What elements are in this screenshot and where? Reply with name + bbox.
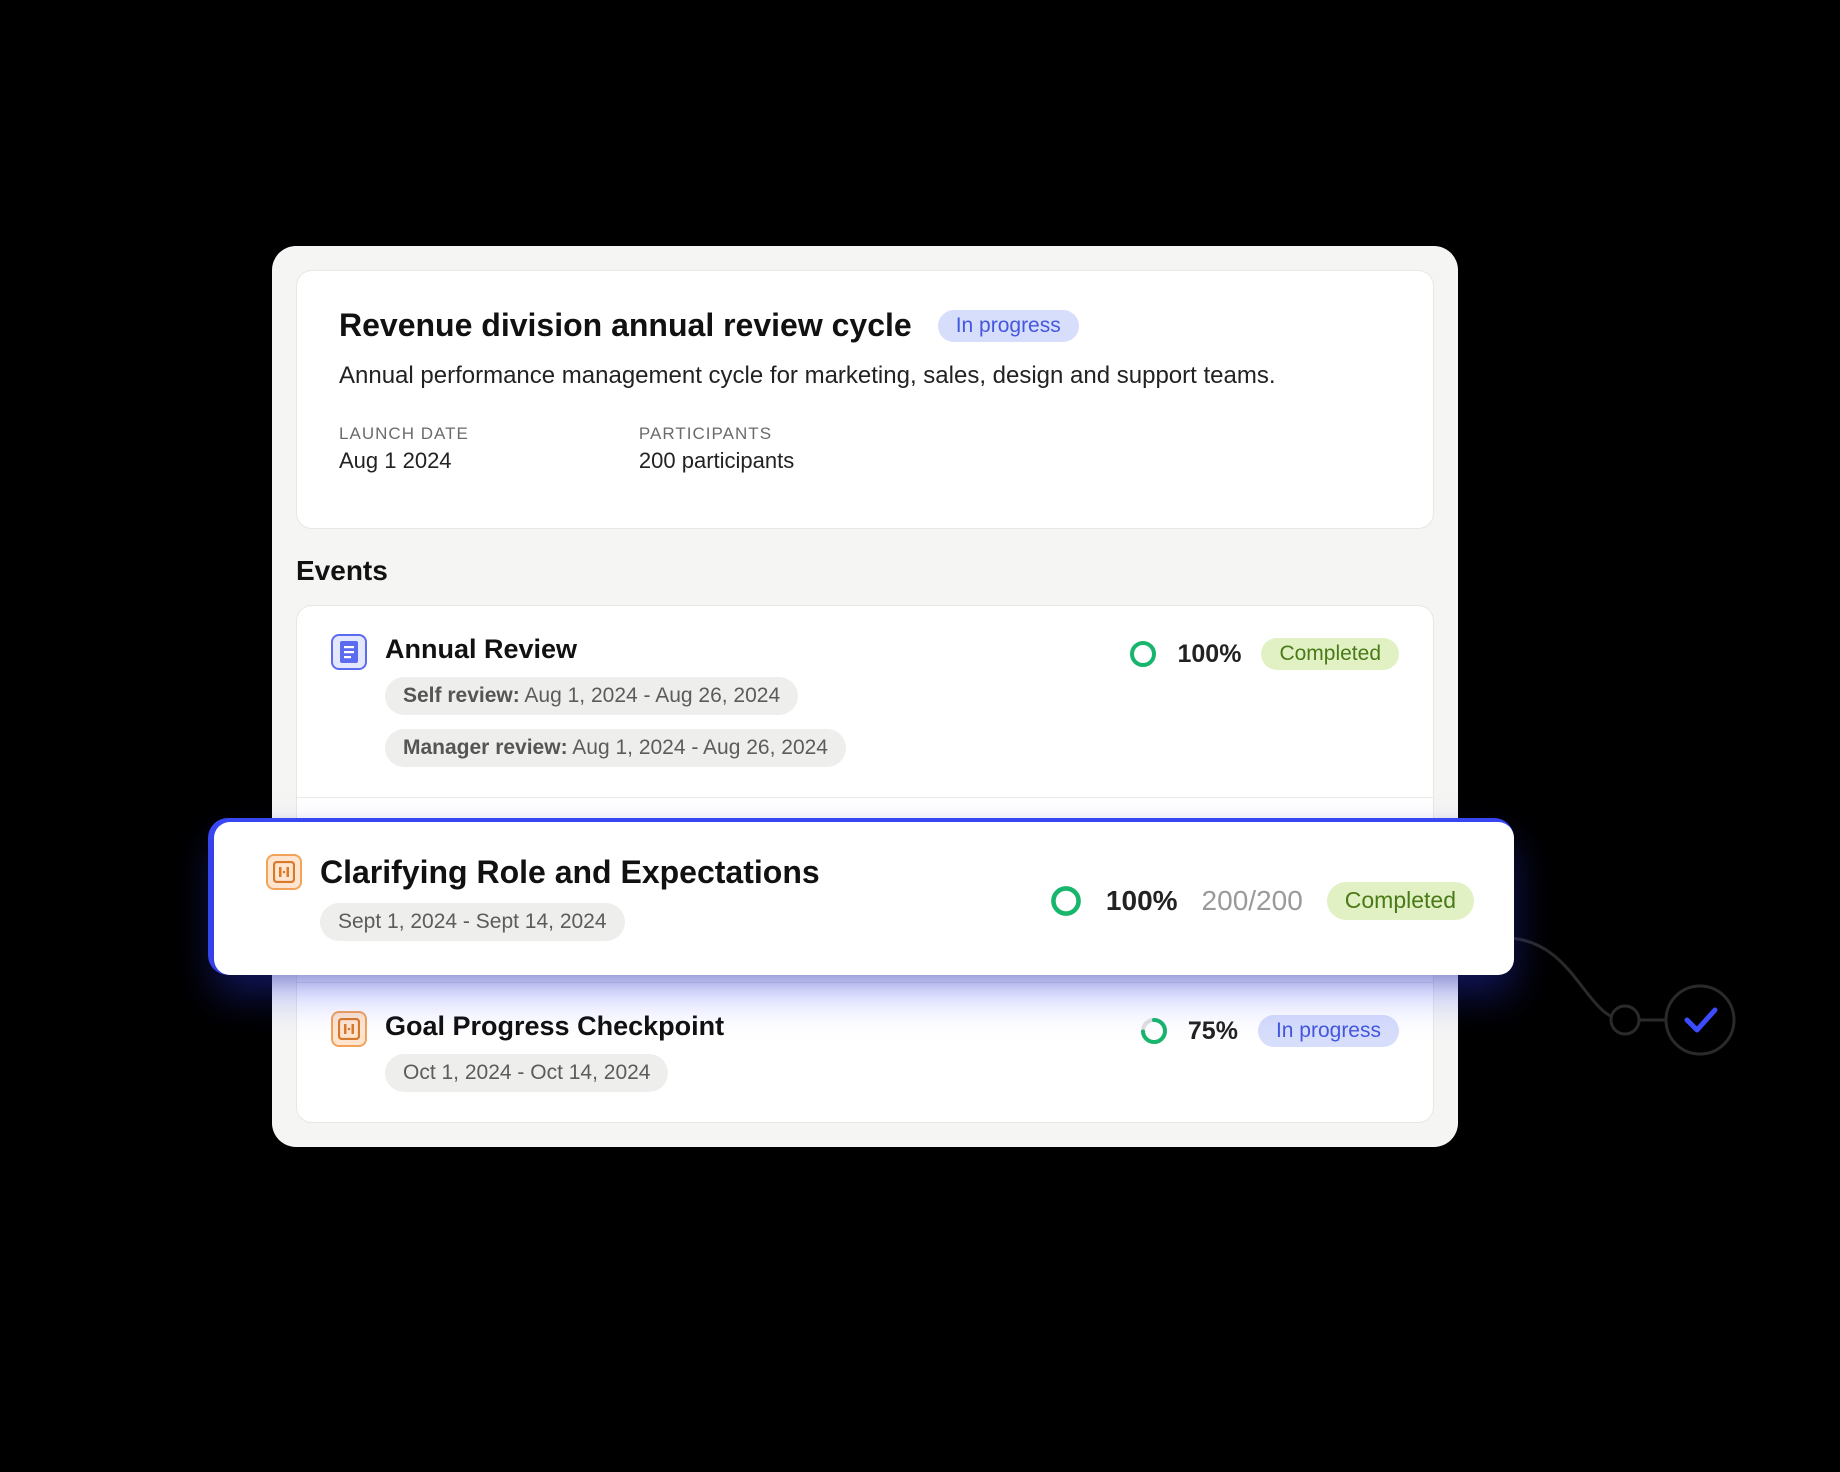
document-icon <box>331 634 367 670</box>
event-dates-chip: Sept 1, 2024 - Sept 14, 2024 <box>320 903 625 941</box>
launch-date-label: LAUNCH DATE <box>339 424 469 444</box>
event-status-badge: Completed <box>1327 882 1474 920</box>
event-status-badge: Completed <box>1261 638 1399 670</box>
event-row-annual-review[interactable]: Annual Review Self review: Aug 1, 2024 -… <box>297 606 1433 797</box>
participants-block: PARTICIPANTS 200 participants <box>639 424 794 474</box>
event-status-badge: In progress <box>1258 1015 1399 1047</box>
manager-review-chip: Manager review: Aug 1, 2024 - Aug 26, 20… <box>385 729 846 767</box>
cycle-title: Revenue division annual review cycle <box>339 307 912 344</box>
review-cycle-panel: Revenue division annual review cycle In … <box>272 246 1458 1147</box>
event-percent: 100% <box>1177 640 1241 669</box>
launch-date-block: LAUNCH DATE Aug 1 2024 <box>339 424 469 474</box>
cycle-description: Annual performance management cycle for … <box>339 362 1391 390</box>
participants-value: 200 participants <box>639 448 794 474</box>
event-title: Clarifying Role and Expectations <box>320 854 1050 891</box>
progress-ring-icon <box>1140 1017 1168 1045</box>
event-row-goal-progress[interactable]: Goal Progress Checkpoint Oct 1, 2024 - O… <box>297 982 1433 1122</box>
event-dates-chip: Oct 1, 2024 - Oct 14, 2024 <box>385 1054 668 1092</box>
one-on-one-icon <box>331 1011 367 1047</box>
event-row-clarifying-role-highlight[interactable]: Clarifying Role and Expectations Sept 1,… <box>208 818 1514 975</box>
event-percent: 75% <box>1188 1017 1238 1046</box>
event-title: Annual Review <box>385 634 1129 665</box>
event-title: Goal Progress Checkpoint <box>385 1011 1140 1042</box>
event-percent: 100% <box>1106 885 1178 917</box>
participants-label: PARTICIPANTS <box>639 424 794 444</box>
self-review-chip: Self review: Aug 1, 2024 - Aug 26, 2024 <box>385 677 798 715</box>
checkmark-icon <box>1687 1010 1715 1030</box>
connector-graphic <box>1505 930 1805 1090</box>
launch-date-value: Aug 1 2024 <box>339 448 469 474</box>
progress-ring-icon <box>1050 885 1082 917</box>
event-fraction: 200/200 <box>1202 885 1303 917</box>
one-on-one-icon <box>266 854 302 890</box>
header-card: Revenue division annual review cycle In … <box>296 270 1434 529</box>
status-badge: In progress <box>938 310 1079 342</box>
events-section-title: Events <box>296 555 1434 587</box>
progress-ring-icon <box>1129 640 1157 668</box>
